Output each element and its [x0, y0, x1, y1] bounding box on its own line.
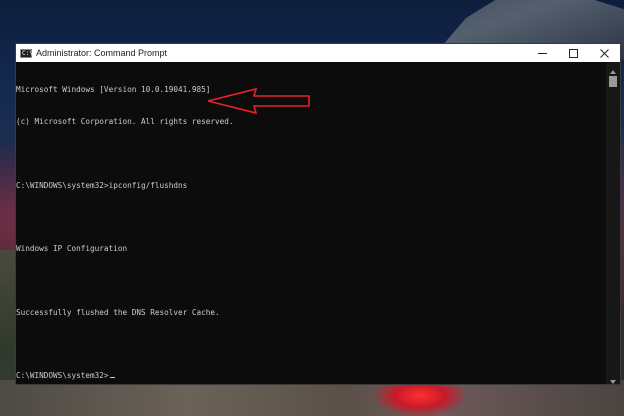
vertical-scrollbar[interactable]	[606, 62, 620, 384]
console-prompt-line[interactable]: C:\WINDOWS\system32>	[16, 371, 606, 382]
chevron-up-icon	[610, 59, 616, 78]
console-line: (c) Microsoft Corporation. All rights re…	[16, 116, 234, 126]
close-icon	[600, 48, 609, 58]
console-line: Successfully flushed the DNS Resolver Ca…	[16, 307, 220, 317]
cmd-icon-glyph: C:\	[22, 49, 33, 57]
maximize-icon	[569, 48, 578, 58]
window-controls	[527, 44, 620, 62]
minimize-icon	[538, 49, 547, 58]
maximize-button[interactable]	[558, 44, 589, 62]
chevron-down-icon	[610, 369, 616, 388]
minimize-button[interactable]	[527, 44, 558, 62]
command-prompt-window[interactable]: C:\ Administrator: Command Prompt Micros…	[15, 43, 621, 385]
scroll-up-button[interactable]	[606, 62, 620, 74]
scroll-thumb[interactable]	[609, 76, 617, 87]
red-arrow-icon	[207, 87, 310, 115]
window-title: Administrator: Command Prompt	[36, 48, 168, 58]
console-prompt: C:\WINDOWS\system32>	[16, 371, 109, 381]
cmd-app-icon[interactable]: C:\	[20, 48, 33, 58]
text-cursor	[109, 377, 115, 379]
console-line: Windows IP Configuration	[16, 244, 128, 254]
console-command-line: C:\WINDOWS\system32>ipconfig/flushdns	[16, 180, 188, 190]
arrow-outline	[207, 87, 310, 115]
scroll-down-button[interactable]	[606, 372, 620, 384]
title-bar[interactable]: C:\ Administrator: Command Prompt	[16, 44, 620, 62]
